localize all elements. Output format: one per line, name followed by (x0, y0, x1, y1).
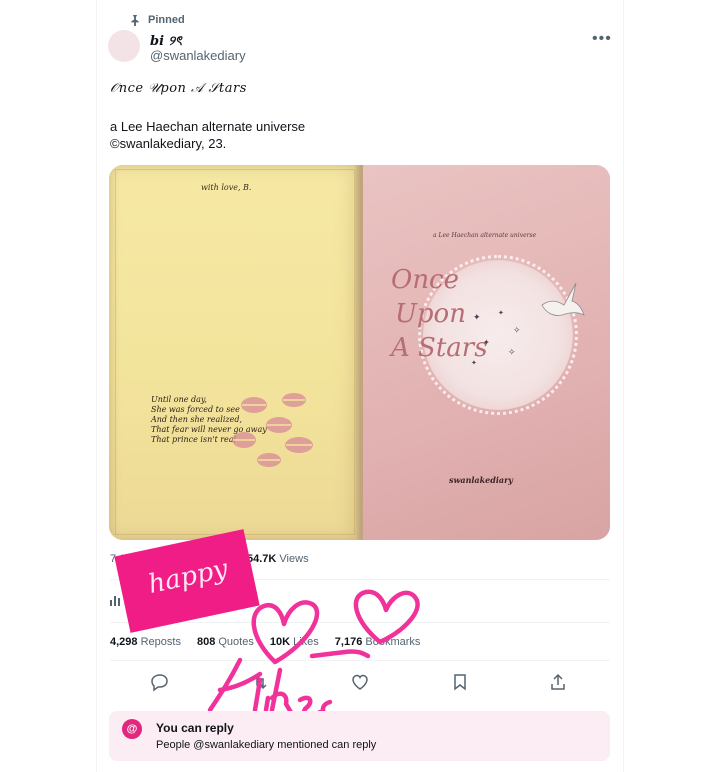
svg-text:✦: ✦ (483, 338, 490, 347)
at-mention-icon: @ (122, 719, 142, 739)
reply-permission-title: You can reply (156, 721, 234, 735)
reposts-stat[interactable]: 4,298 Reposts (110, 636, 181, 648)
svg-text:✦: ✦ (473, 312, 481, 322)
svg-text:✧: ✧ (508, 347, 516, 357)
book-left-page: with love, B. Until one day, She was for… (109, 165, 363, 540)
book-right-page: a Lee Haechan alternate universe Once Up… (363, 165, 610, 540)
tweet-copyright-line: ©swanlakediary, 23. (110, 136, 227, 151)
more-icon[interactable]: ••• (592, 30, 612, 48)
reply-permission-box (109, 711, 610, 761)
dedication-text: with love, B. (201, 183, 252, 192)
lipstick-kisses-decoration (232, 393, 313, 467)
tweet-subtitle-line: a Lee Haechan alternate universe (110, 119, 306, 134)
card-border-left (96, 0, 97, 772)
tweet-text: 𝒪nce 𝒰pon 𝒜 𝒮tars a Lee Haechan alternat… (110, 80, 305, 152)
cover-title-line: Once (391, 265, 460, 295)
cover-author: swanlakediary (449, 475, 513, 485)
bookmark-icon[interactable] (450, 672, 470, 692)
reply-icon[interactable] (150, 672, 170, 692)
views-count: 54.7K Views (247, 553, 309, 565)
stars-decoration: ✦ ✦ ✧ ✦ ✧ ✦ (471, 309, 521, 367)
author-handle[interactable]: @swanlakediary (150, 48, 246, 63)
svg-text:✦: ✦ (471, 359, 477, 367)
dove-illustration (541, 282, 585, 316)
card-border-right (623, 0, 624, 772)
svg-text:✦: ✦ (498, 309, 504, 317)
reply-permission-subtitle: People @swanlakediary mentioned can repl… (156, 739, 377, 751)
share-icon[interactable] (548, 672, 568, 692)
svg-text:✧: ✧ (513, 325, 521, 335)
cover-subtitle: a Lee Haechan alternate universe (433, 232, 537, 239)
likes-scribble-overlay: likes (207, 589, 420, 730)
tweet-media-image[interactable]: with love, B. Until one day, She was for… (109, 165, 610, 540)
avatar[interactable] (108, 30, 140, 62)
pinned-label: Pinned (148, 14, 185, 26)
pinned-indicator: Pinned (130, 14, 185, 26)
pin-icon (131, 14, 139, 26)
tweet-title-line: 𝒪nce 𝒰pon 𝒜 𝒮tars (110, 81, 247, 96)
